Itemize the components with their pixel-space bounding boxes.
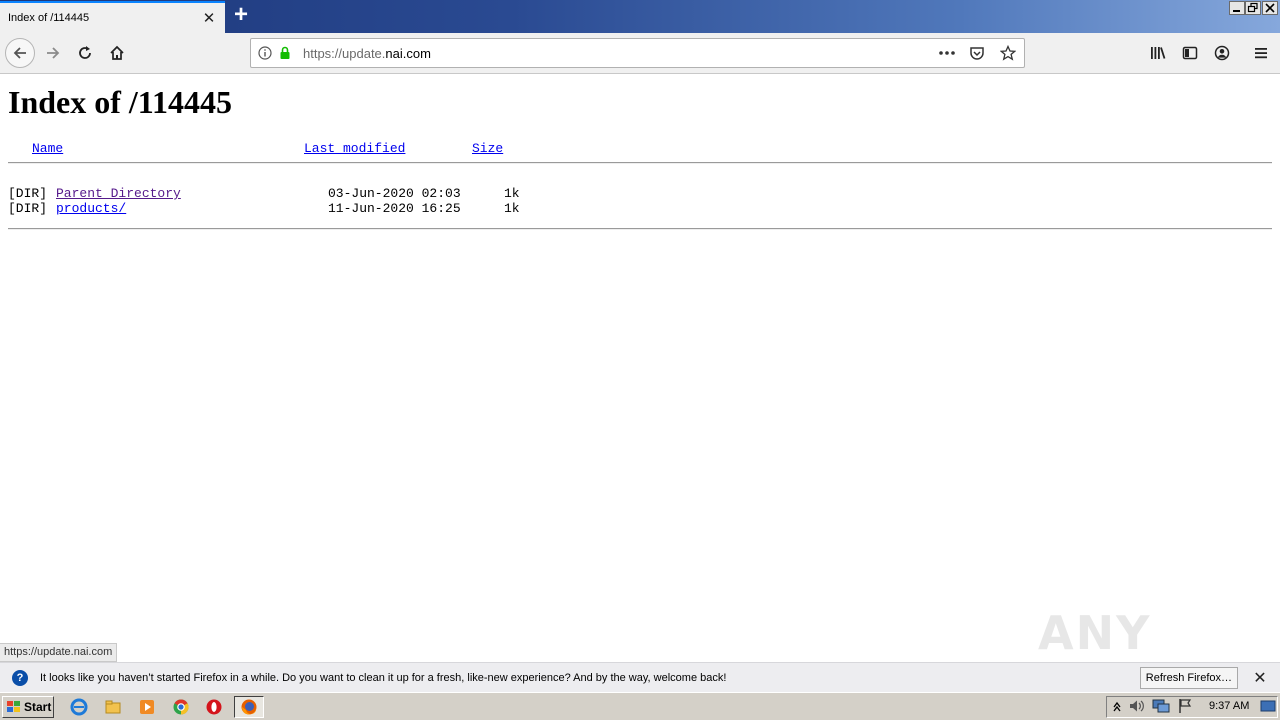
hamburger-menu-icon	[1255, 48, 1267, 59]
account-button[interactable]	[1207, 38, 1237, 68]
tab-title: Index of /114445	[8, 12, 90, 24]
restore-icon[interactable]	[1245, 1, 1261, 15]
lock-icon[interactable]	[275, 43, 295, 63]
back-arrow-icon	[13, 47, 26, 59]
media-player-icon[interactable]	[138, 698, 156, 716]
page-content: Index of /114445 Name Last modified Size…	[0, 74, 1280, 662]
products-directory-link[interactable]: products/	[56, 201, 126, 216]
library-icon	[1151, 47, 1166, 59]
account-icon	[1214, 45, 1230, 61]
windows-taskbar: Start 9:37 AM	[0, 692, 1280, 720]
internet-explorer-icon[interactable]	[70, 698, 88, 716]
url-bar[interactable]: https://update.nai.com	[250, 38, 1025, 68]
forward-arrow-icon	[47, 47, 60, 59]
tab-active[interactable]: Index of /114445 ✕	[0, 1, 225, 33]
menu-button[interactable]	[1246, 38, 1276, 68]
url-prefix: https://update.	[303, 45, 386, 61]
notification-close-icon[interactable]: ✕	[1250, 668, 1270, 688]
library-button[interactable]	[1143, 38, 1173, 68]
row-modified: 11-Jun-2020 16:25	[328, 201, 461, 216]
tab-close-icon[interactable]: ✕	[197, 6, 221, 30]
show-hidden-icons-icon[interactable]	[1108, 697, 1126, 715]
home-icon	[110, 45, 124, 60]
url-host: nai.com	[385, 45, 431, 61]
row-modified: 03-Jun-2020 02:03	[328, 186, 461, 201]
show-desktop-icon[interactable]	[1259, 697, 1277, 715]
action-center-flag-icon[interactable]	[1176, 697, 1194, 715]
taskbar-clock[interactable]: 9:37 AM	[1209, 700, 1249, 712]
home-button[interactable]	[102, 38, 132, 68]
navigation-toolbar: https://update.nai.com	[0, 33, 1280, 74]
sort-by-name-link[interactable]: Name	[32, 141, 63, 156]
row-size: 1k	[504, 201, 520, 216]
url-text[interactable]: https://update.nai.com	[303, 46, 930, 61]
row-type: [DIR]	[8, 186, 48, 201]
column-header-last-modified[interactable]: Last modified	[304, 141, 405, 156]
reload-icon	[79, 46, 91, 59]
divider-bottom	[8, 228, 1272, 230]
start-label: Start	[24, 700, 52, 714]
sort-by-size-link[interactable]: Size	[472, 141, 503, 156]
page-actions-icon[interactable]	[934, 43, 960, 63]
info-icon[interactable]	[255, 43, 275, 63]
page-title: Index of /114445	[8, 84, 233, 120]
refresh-firefox-notification: ? It looks like you haven’t started Fire…	[0, 662, 1280, 692]
refresh-firefox-button[interactable]: Refresh Firefox…	[1139, 666, 1238, 689]
pocket-icon[interactable]	[964, 43, 990, 63]
back-button[interactable]	[5, 38, 35, 68]
volume-icon[interactable]	[1128, 697, 1146, 715]
bookmark-star-icon[interactable]	[994, 43, 1022, 63]
status-url-tooltip: https://update.nai.com	[0, 643, 118, 662]
forward-button[interactable]	[38, 38, 68, 68]
tab-strip: Index of /114445 ✕ +	[0, 0, 1280, 33]
column-header-size[interactable]: Size	[472, 141, 503, 156]
notification-message: It looks like you haven’t started Firefo…	[40, 671, 727, 684]
file-explorer-icon[interactable]	[104, 698, 122, 716]
network-icon[interactable]	[1152, 697, 1170, 715]
close-window-icon[interactable]	[1262, 1, 1278, 15]
sidebar-button[interactable]	[1175, 38, 1205, 68]
column-header-name[interactable]: Name	[32, 141, 63, 156]
new-tab-button[interactable]: +	[229, 3, 253, 28]
divider-top	[8, 162, 1272, 164]
start-button[interactable]: Start	[2, 696, 54, 718]
reload-button[interactable]	[70, 38, 100, 68]
chrome-icon[interactable]	[172, 698, 190, 716]
row-type: [DIR]	[8, 201, 48, 216]
parent-directory-link[interactable]: Parent Directory	[56, 186, 181, 201]
sort-by-modified-link[interactable]: Last modified	[304, 141, 405, 156]
row-size: 1k	[504, 186, 520, 201]
sidebar-icon	[1182, 46, 1198, 60]
opera-icon[interactable]	[205, 698, 223, 716]
minimize-icon[interactable]	[1229, 1, 1245, 15]
windows-logo-icon	[7, 701, 20, 712]
firefox-icon	[240, 698, 258, 716]
question-icon: ?	[12, 669, 28, 686]
